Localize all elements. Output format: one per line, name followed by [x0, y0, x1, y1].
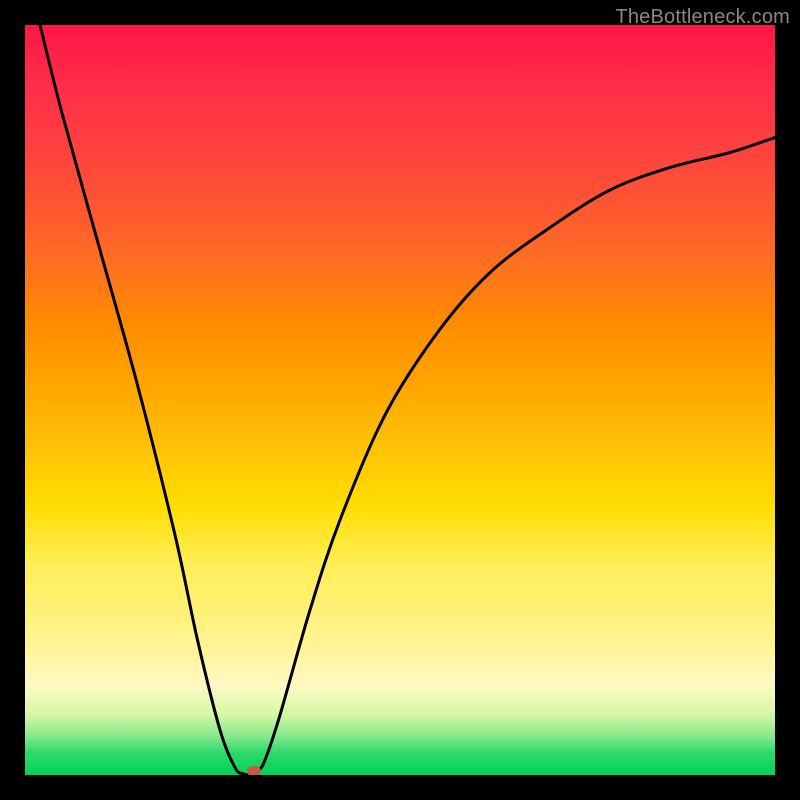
chart-plot-area — [25, 25, 775, 775]
watermark-text: TheBottleneck.com — [615, 6, 790, 29]
bottleneck-curve — [25, 25, 775, 775]
optimal-point-marker — [247, 766, 261, 775]
